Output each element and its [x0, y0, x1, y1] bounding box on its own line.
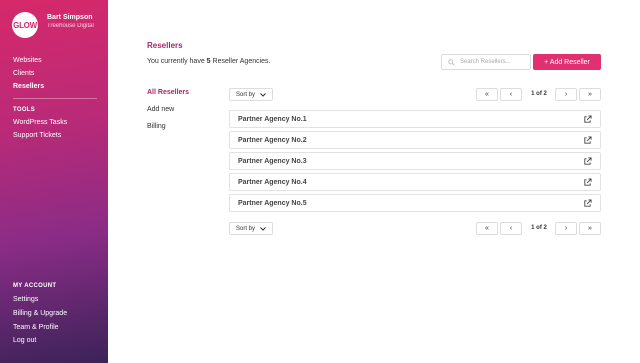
next-page-button[interactable]: › — [555, 222, 577, 235]
first-page-button[interactable]: « — [476, 88, 498, 101]
external-link-icon[interactable] — [583, 136, 592, 145]
table-row[interactable]: Partner Agency No.1 — [229, 110, 601, 128]
page-indicator: 1 of 2 — [531, 91, 547, 97]
external-link-icon[interactable] — [583, 199, 592, 208]
sidebar-divider — [13, 98, 97, 99]
nav-websites[interactable]: Websites — [13, 57, 42, 64]
user-org: Treehouse Digital — [47, 23, 94, 29]
subnav-all-resellers[interactable]: All Resellers — [147, 89, 189, 96]
nav-support-tickets[interactable]: Support Tickets — [13, 132, 61, 139]
table-row[interactable]: Partner Agency No.4 — [229, 173, 601, 191]
account-heading: MY ACCOUNT — [13, 283, 57, 289]
sort-dropdown-bottom[interactable]: Sort by — [229, 222, 273, 235]
nav-resellers[interactable]: Resellers — [13, 83, 44, 90]
nav-team-profile[interactable]: Team & Profile — [13, 324, 59, 331]
add-reseller-button[interactable]: + Add Reseller — [533, 54, 601, 70]
search-icon — [448, 58, 455, 66]
sort-label: Sort by — [236, 225, 256, 232]
agency-name: Partner Agency No.5 — [238, 199, 307, 207]
first-page-button[interactable]: « — [476, 222, 498, 235]
prev-page-button[interactable]: ‹ — [500, 88, 522, 101]
prev-page-button[interactable]: ‹ — [500, 222, 522, 235]
logo[interactable]: GLOW — [12, 12, 38, 38]
agency-name: Partner Agency No.1 — [238, 115, 307, 123]
nav-billing-upgrade[interactable]: Billing & Upgrade — [13, 310, 67, 317]
external-link-icon[interactable] — [583, 178, 592, 187]
nav-wordpress-tasks[interactable]: WordPress Tasks — [13, 119, 67, 126]
sort-label: Sort by — [236, 91, 256, 98]
table-row[interactable]: Partner Agency No.5 — [229, 194, 601, 212]
tools-heading: TOOLS — [13, 107, 36, 113]
external-link-icon[interactable] — [583, 157, 592, 166]
table-row[interactable]: Partner Agency No.3 — [229, 152, 601, 170]
search-input[interactable]: Search Resellers... — [441, 54, 531, 70]
next-page-button[interactable]: › — [555, 88, 577, 101]
nav-log-out[interactable]: Log out — [13, 337, 36, 344]
agency-name: Partner Agency No.3 — [238, 157, 307, 165]
chevron-down-icon — [260, 226, 266, 231]
sort-dropdown-top[interactable]: Sort by — [229, 88, 273, 101]
sidebar: GLOW Bart Simpson Treehouse Digital Webs… — [0, 0, 108, 363]
user-name: Bart Simpson — [47, 14, 93, 21]
last-page-button[interactable]: » — [579, 88, 601, 101]
summary-prefix: You currently have — [147, 58, 207, 65]
last-page-button[interactable]: » — [579, 222, 601, 235]
page-indicator: 1 of 2 — [531, 225, 547, 231]
table-row[interactable]: Partner Agency No.2 — [229, 131, 601, 149]
agency-name: Partner Agency No.4 — [238, 178, 307, 186]
search-placeholder: Search Resellers... — [460, 59, 511, 65]
nav-clients[interactable]: Clients — [13, 70, 34, 77]
page-summary: You currently have 5 Reseller Agencies. — [147, 58, 271, 65]
subnav-billing[interactable]: Billing — [147, 123, 166, 130]
summary-suffix: Reseller Agencies. — [210, 58, 271, 65]
page-title: Resellers — [147, 41, 183, 50]
subnav-add-new[interactable]: Add new — [147, 106, 174, 113]
main-content: Resellers You currently have 5 Reseller … — [108, 0, 640, 363]
chevron-down-icon — [260, 92, 266, 97]
agency-name: Partner Agency No.2 — [238, 136, 307, 144]
nav-settings[interactable]: Settings — [13, 296, 38, 303]
external-link-icon[interactable] — [583, 115, 592, 124]
